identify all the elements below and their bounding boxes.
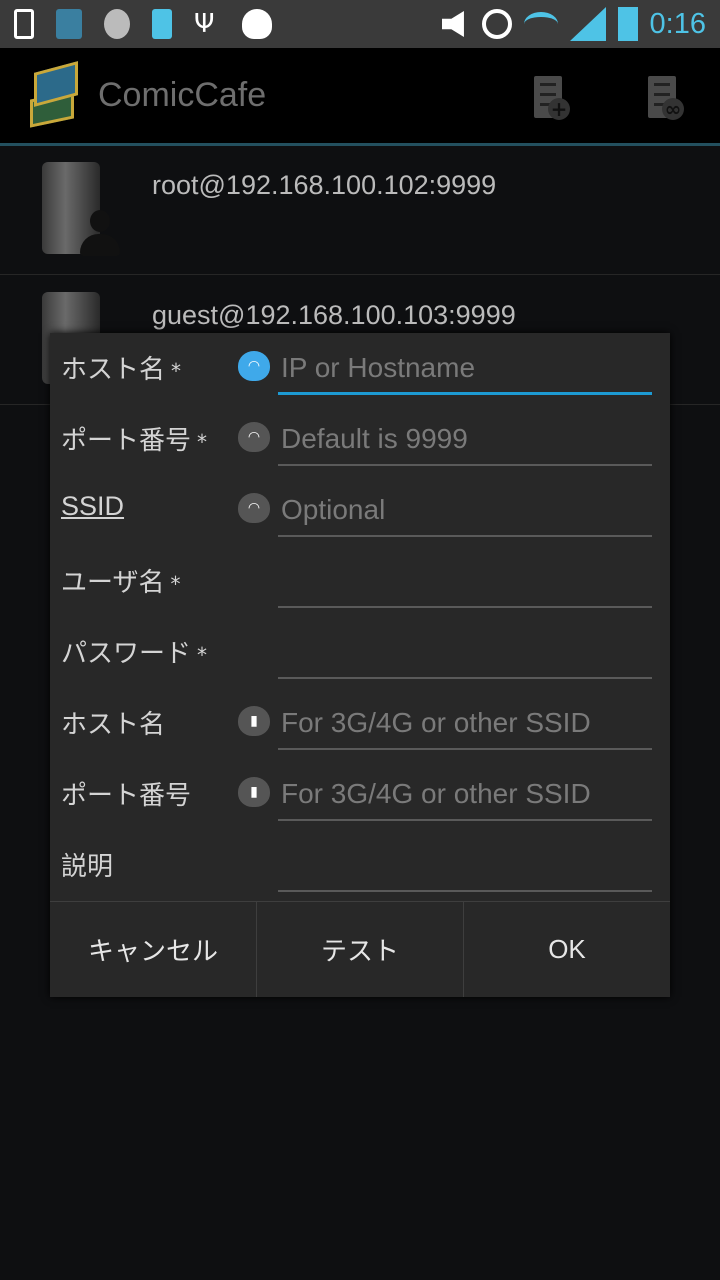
ssid-label[interactable]: SSID <box>61 491 124 522</box>
form-row-description: 説明 <box>50 830 670 901</box>
hostname-label-text: ホスト名 <box>61 355 166 385</box>
wifi-cloud-icon: ◠ <box>238 422 270 452</box>
mobile-signal-cloud-icon: ▮ <box>238 777 270 807</box>
usb-battery-icon <box>152 9 172 39</box>
form-row-alt-port: ポート番号 ▮ For 3G/4G or other SSID <box>50 759 670 830</box>
cancel-button[interactable]: キャンセル <box>50 902 257 997</box>
hostname-input[interactable] <box>278 343 652 392</box>
dialog-button-bar: キャンセル テスト OK <box>50 901 670 997</box>
username-label: ユーザ名 * <box>61 562 180 599</box>
server-label: guest@192.168.100.103:9999 <box>152 300 516 330</box>
form-row-alt-hostname: ホスト名 ▮ For 3G/4G or other SSID <box>50 688 670 759</box>
status-bar: Ψ 0:16 <box>0 0 720 48</box>
add-server-button[interactable]: + <box>530 76 570 122</box>
form-row-username: ユーザ名 * <box>50 546 670 617</box>
app-title: ComicCafe <box>98 76 267 114</box>
debug-bug-icon <box>242 9 272 39</box>
alt-hostname-field-container: For 3G/4G or other SSID <box>278 698 652 750</box>
required-marker: * <box>197 643 208 667</box>
alt-hostname-input[interactable] <box>278 698 652 748</box>
hostname-field-container: IP or Hostname <box>278 343 652 395</box>
mobile-signal-cloud-icon: ▮ <box>238 706 270 736</box>
alt-port-input[interactable] <box>278 769 652 819</box>
ssid-label-text: SSID <box>61 491 125 521</box>
username-label-text: ユーザ名 <box>61 568 165 598</box>
required-marker: * <box>171 359 182 383</box>
phone-icon <box>14 9 34 39</box>
description-label: 説明 <box>61 846 113 883</box>
form-row-hostname: ホスト名 * ◠ IP or Hostname <box>50 333 670 404</box>
server-list-item[interactable]: root@192.168.100.102:9999 <box>0 146 720 275</box>
port-label: ポート番号 * <box>61 420 207 457</box>
alt-port-label: ポート番号 <box>61 775 191 812</box>
ssid-field-container: Optional <box>278 485 652 537</box>
password-input[interactable] <box>278 627 652 677</box>
wifi-icon <box>523 12 558 36</box>
comiccafe-notification-icon <box>56 9 82 39</box>
server-settings-dialog: キャンセル テスト OK ホスト名 * ◠ IP or Hostname ポート番号 * ◠… <box>50 333 670 997</box>
clock: 0:16 <box>649 7 706 40</box>
description-field-container <box>278 840 652 892</box>
required-marker: * <box>197 430 208 454</box>
server-user-icon <box>42 162 120 258</box>
port-input[interactable] <box>278 414 652 464</box>
weather-10-percent-icon <box>104 9 130 39</box>
username-input[interactable] <box>278 556 652 606</box>
test-button[interactable]: テスト <box>257 902 464 997</box>
form-row-port: ポート番号 * ◠ Default is 9999 <box>50 404 670 475</box>
server-label: root@192.168.100.102:9999 <box>152 170 497 200</box>
battery-charging-icon <box>617 7 638 41</box>
form-row-password: パスワード * <box>50 617 670 688</box>
alarm-icon <box>481 9 512 39</box>
form-row-ssid: SSID ◠ Optional <box>50 475 670 546</box>
port-label-text: ポート番号 <box>61 426 192 456</box>
alt-hostname-label-text: ホスト名 <box>61 710 166 740</box>
alt-port-label-text: ポート番号 <box>61 781 192 811</box>
description-input[interactable] <box>278 840 652 890</box>
password-label: パスワード * <box>61 633 207 670</box>
alt-port-field-container: For 3G/4G or other SSID <box>278 769 652 821</box>
wifi-cloud-icon: ◠ <box>238 351 270 381</box>
wifi-cloud-icon: ◠ <box>238 493 270 523</box>
search-server-button[interactable]: ∞ <box>644 76 684 122</box>
required-marker: * <box>170 572 181 596</box>
username-field-container <box>278 556 652 608</box>
hostname-label: ホスト名 * <box>61 349 181 386</box>
usb-icon: Ψ <box>194 9 215 39</box>
action-bar: ComicCafe + ∞ <box>0 48 720 143</box>
password-label-text: パスワード <box>61 639 192 669</box>
description-label-text: 説明 <box>61 852 114 882</box>
muted-volume-icon <box>441 11 464 37</box>
ssid-input[interactable] <box>278 485 652 535</box>
app-logo-icon[interactable] <box>26 60 84 128</box>
alt-hostname-label: ホスト名 <box>61 704 165 741</box>
signal-icon <box>569 7 606 41</box>
password-field-container <box>278 627 652 679</box>
ok-button[interactable]: OK <box>464 902 670 997</box>
port-field-container: Default is 9999 <box>278 414 652 466</box>
